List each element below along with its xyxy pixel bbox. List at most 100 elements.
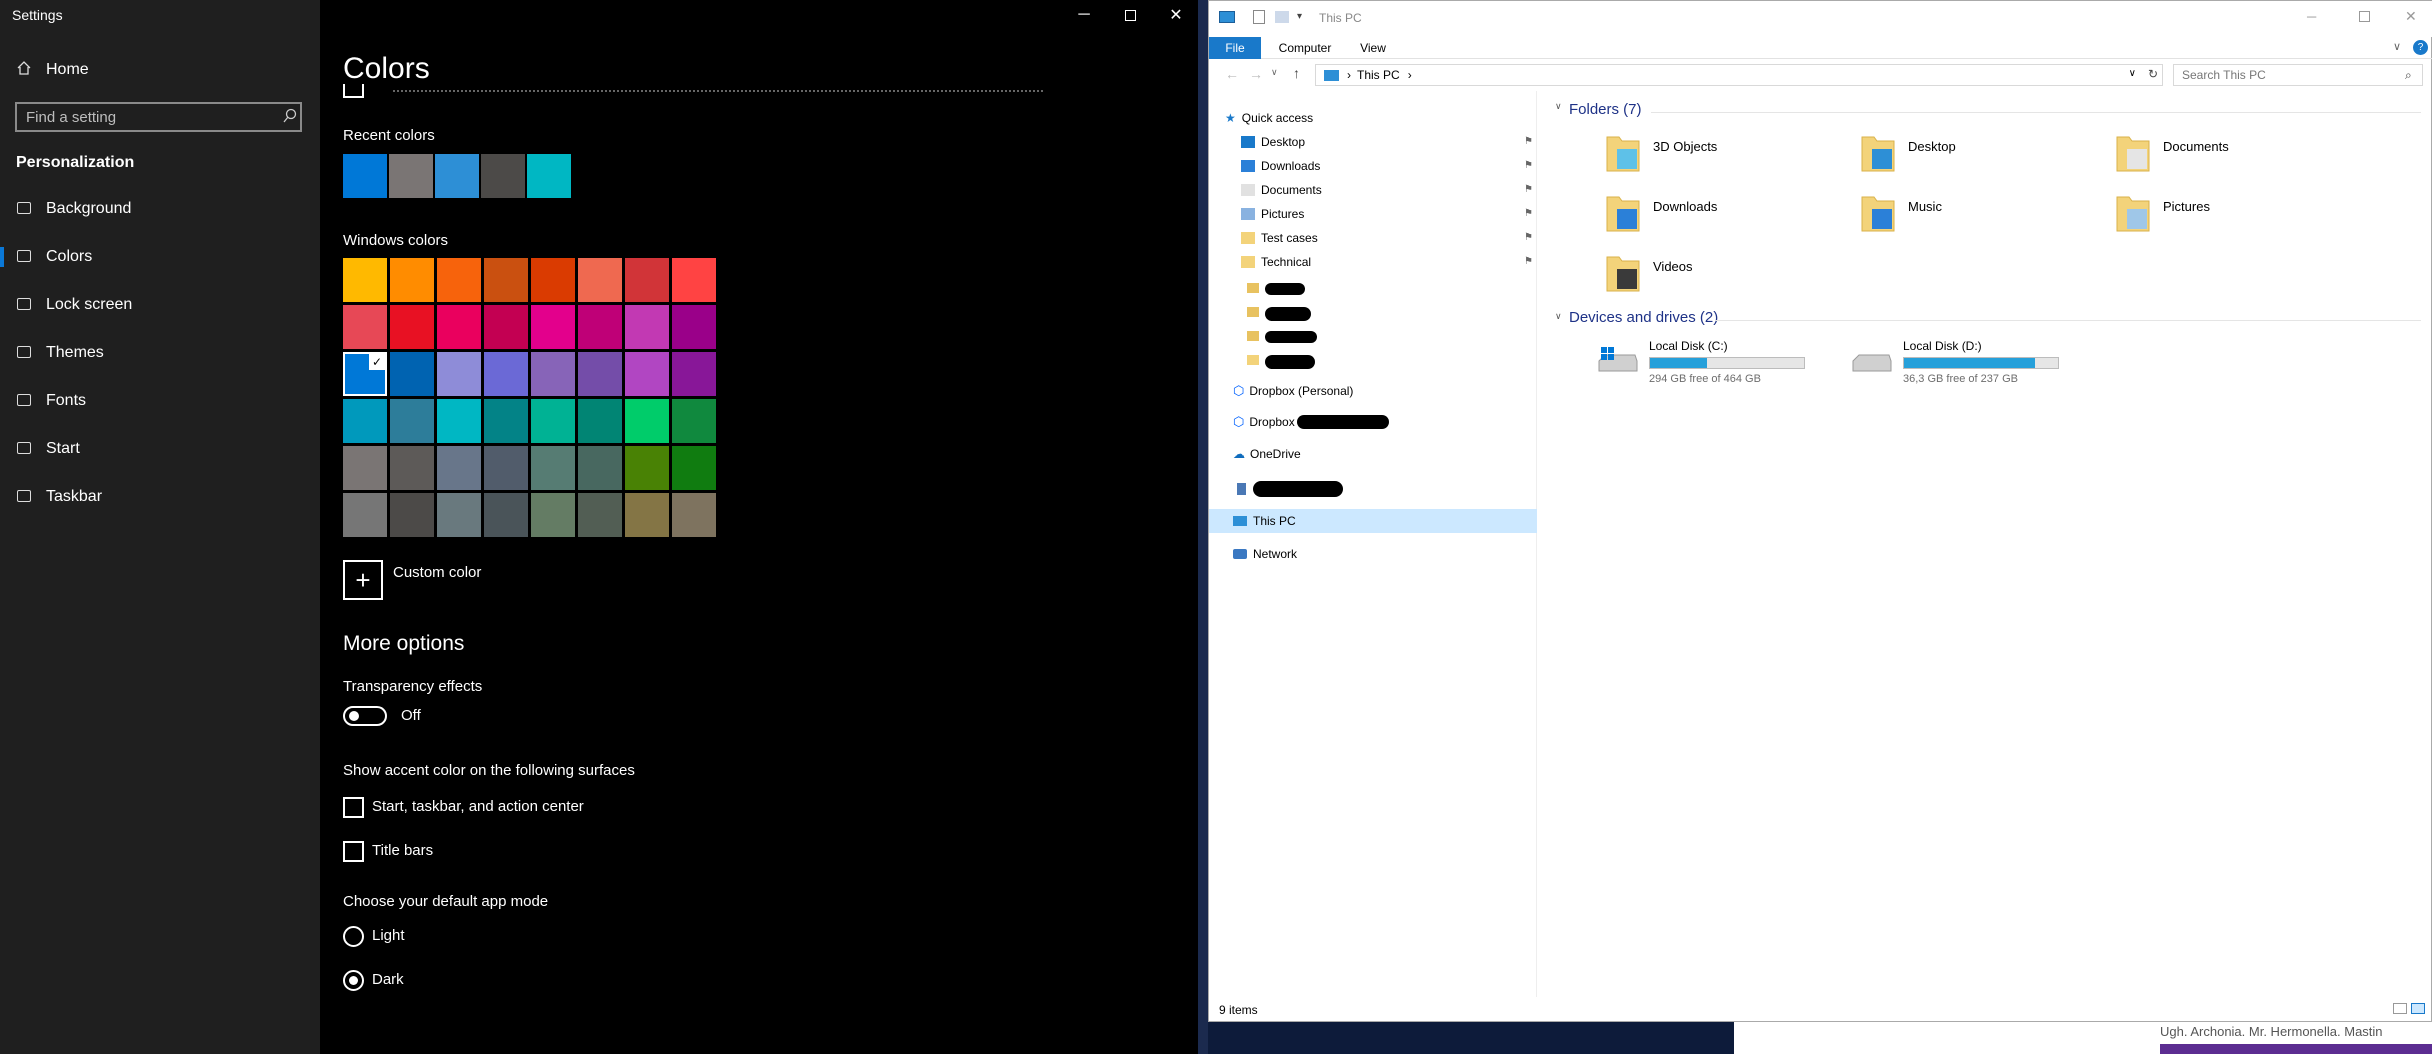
sidebar-item-2[interactable]: Lock screen (0, 282, 320, 328)
minimize-button[interactable]: ─ (1060, 0, 1108, 30)
recent-color-swatch[interactable] (481, 154, 525, 198)
sidebar-item-6[interactable]: Taskbar (0, 474, 320, 520)
windows-color-swatch[interactable] (390, 305, 434, 349)
windows-color-swatch[interactable] (437, 305, 481, 349)
folder-item[interactable]: Downloads (1605, 191, 1845, 241)
windows-color-swatch[interactable] (437, 446, 481, 490)
windows-color-swatch[interactable] (343, 258, 387, 302)
windows-color-swatch[interactable] (343, 446, 387, 490)
windows-color-swatch[interactable] (343, 493, 387, 537)
windows-color-swatch[interactable] (484, 493, 528, 537)
tree-quick-item[interactable]: Downloads (1241, 155, 1320, 177)
recent-color-swatch[interactable] (389, 154, 433, 198)
back-icon[interactable]: ← (1225, 66, 1239, 82)
explorer-search-icon[interactable]: ⌕ (2405, 68, 2412, 83)
windows-color-swatch[interactable] (484, 446, 528, 490)
sidebar-item-5[interactable]: Start (0, 426, 320, 472)
windows-color-swatch[interactable] (390, 399, 434, 443)
drives-group-header[interactable]: Devices and drives (2) (1569, 309, 1718, 326)
windows-color-swatch[interactable] (578, 258, 622, 302)
sidebar-item-0[interactable]: Background (0, 186, 320, 232)
windows-color-swatch[interactable] (578, 305, 622, 349)
up-icon[interactable]: ↑ (1293, 65, 1300, 81)
tree-dropbox-other[interactable]: ⬡ Dropbox (1233, 411, 1295, 433)
windows-color-swatch[interactable] (390, 493, 434, 537)
folder-item[interactable]: Music (1860, 191, 2100, 241)
explorer-search-input[interactable] (2173, 64, 2423, 86)
tree-quick-item[interactable]: Pictures (1241, 203, 1304, 225)
collapse-drives-icon[interactable]: ∨ (1555, 311, 1562, 322)
windows-color-swatch[interactable] (484, 352, 528, 396)
windows-color-swatch[interactable] (625, 258, 669, 302)
sidebar-item-4[interactable]: Fonts (0, 378, 320, 424)
windows-color-swatch[interactable] (531, 305, 575, 349)
windows-color-swatch[interactable] (531, 352, 575, 396)
tree-onedrive[interactable]: ☁ OneDrive (1233, 443, 1301, 465)
quick-access-dropdown-icon[interactable]: ▾ (1297, 11, 1302, 22)
windows-color-swatch[interactable] (484, 258, 528, 302)
windows-color-swatch[interactable] (390, 258, 434, 302)
radio-dark[interactable] (343, 970, 364, 991)
explorer-close-button[interactable]: ✕ (2405, 8, 2417, 25)
ribbon-expand-icon[interactable]: ∨ (2393, 40, 2401, 53)
refresh-icon[interactable]: ↻ (2148, 67, 2158, 81)
close-button[interactable]: ✕ (1152, 0, 1200, 30)
large-icons-view-icon[interactable] (2411, 1003, 2425, 1014)
search-icon[interactable] (282, 108, 298, 124)
forward-icon[interactable]: → (1249, 66, 1263, 82)
breadcrumb[interactable]: This PC (1357, 68, 1400, 82)
windows-color-swatch[interactable] (672, 399, 716, 443)
pin-icon[interactable]: ⚑ (1524, 184, 1533, 195)
windows-color-swatch[interactable] (625, 305, 669, 349)
windows-color-swatch[interactable] (625, 493, 669, 537)
details-view-icon[interactable] (2393, 1003, 2407, 1014)
recent-color-swatch[interactable] (343, 154, 387, 198)
recent-locations-icon[interactable]: ∨ (1271, 67, 1278, 78)
folder-item[interactable]: Desktop (1860, 131, 2100, 181)
windows-color-swatch[interactable] (578, 446, 622, 490)
windows-color-swatch[interactable] (578, 399, 622, 443)
windows-color-swatch[interactable] (531, 446, 575, 490)
windows-color-swatch[interactable] (578, 352, 622, 396)
pin-icon[interactable]: ⚑ (1524, 256, 1533, 267)
windows-color-swatch[interactable] (437, 258, 481, 302)
recent-color-swatch[interactable] (527, 154, 571, 198)
address-bar[interactable]: › This PC › ∨ ↻ (1315, 64, 2163, 86)
recent-color-swatch[interactable] (435, 154, 479, 198)
nav-home[interactable]: Home (0, 47, 320, 93)
tab-computer[interactable]: Computer (1267, 37, 1343, 59)
pin-icon[interactable]: ⚑ (1524, 208, 1533, 219)
sidebar-item-1[interactable]: Colors (0, 234, 320, 280)
tree-this-pc[interactable]: This PC (1233, 510, 1296, 532)
tree-quick-item[interactable]: Documents (1241, 179, 1322, 201)
explorer-minimize-button[interactable]: ─ (2307, 9, 2316, 24)
windows-color-swatch[interactable] (531, 258, 575, 302)
windows-color-swatch[interactable] (625, 352, 669, 396)
windows-color-swatch[interactable] (531, 493, 575, 537)
windows-color-swatch[interactable] (390, 446, 434, 490)
address-dropdown-icon[interactable]: ∨ (2129, 68, 2136, 79)
transparency-toggle[interactable] (343, 706, 387, 726)
folder-item[interactable]: Videos (1605, 251, 1845, 301)
windows-color-swatch[interactable] (343, 399, 387, 443)
checkbox-title-bars[interactable] (343, 841, 364, 862)
windows-color-swatch[interactable] (343, 305, 387, 349)
windows-color-swatch[interactable] (484, 399, 528, 443)
tab-file[interactable]: File (1209, 37, 1261, 59)
drive-item[interactable]: Local Disk (D:) 36,3 GB free of 237 GB (1851, 339, 2071, 391)
windows-color-swatch[interactable] (531, 399, 575, 443)
tree-quick-item[interactable]: Test cases (1241, 227, 1318, 249)
folders-group-header[interactable]: Folders (7) (1569, 101, 1642, 118)
folder-item[interactable]: 3D Objects (1605, 131, 1845, 181)
windows-color-swatch[interactable] (437, 493, 481, 537)
radio-light[interactable] (343, 926, 364, 947)
windows-color-swatch[interactable] (672, 258, 716, 302)
tree-quick-access[interactable]: ★ Quick access (1225, 107, 1313, 129)
sidebar-item-3[interactable]: Themes (0, 330, 320, 376)
pin-icon[interactable]: ⚑ (1524, 160, 1533, 171)
windows-color-swatch[interactable] (672, 446, 716, 490)
windows-color-swatch[interactable] (672, 493, 716, 537)
pin-icon[interactable]: ⚑ (1524, 136, 1533, 147)
folder-item[interactable]: Pictures (2115, 191, 2355, 241)
collapse-folders-icon[interactable]: ∨ (1555, 101, 1562, 112)
